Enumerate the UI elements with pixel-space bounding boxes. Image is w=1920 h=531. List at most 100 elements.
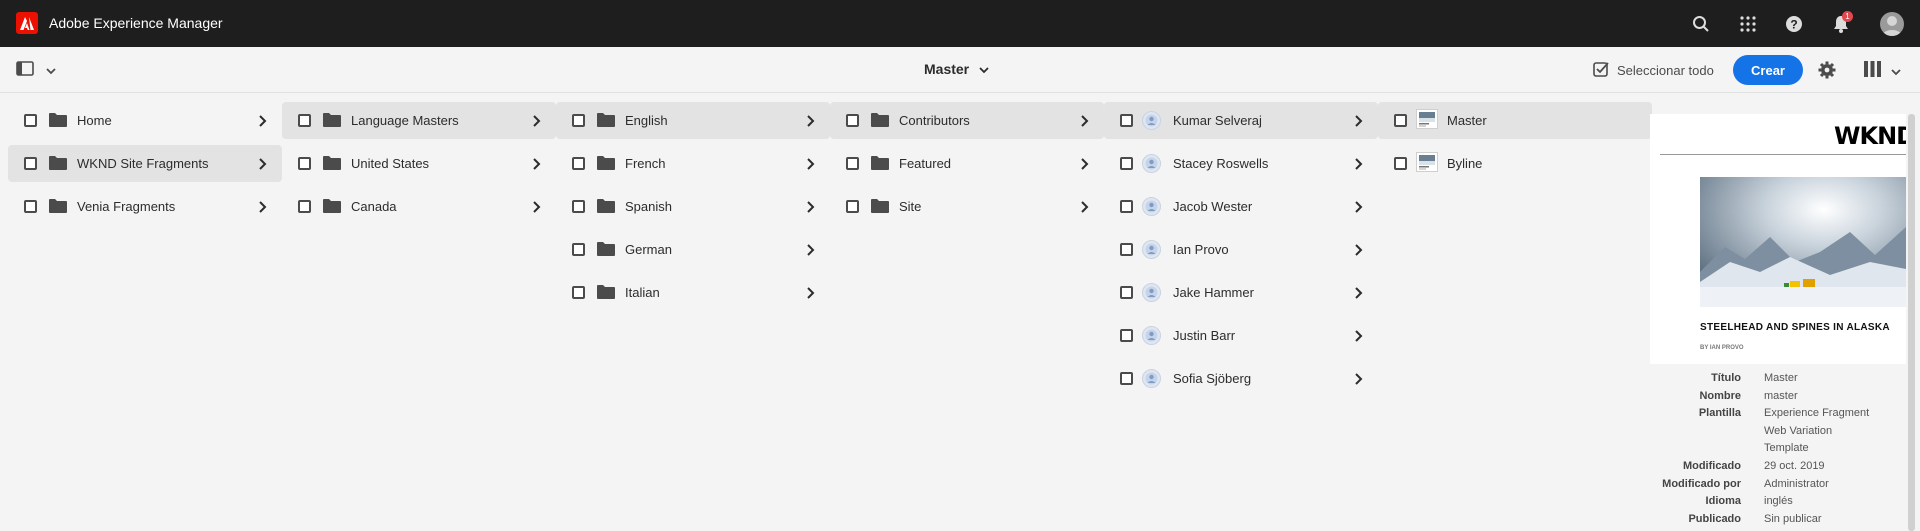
chevron-right-icon[interactable] [1354,200,1364,214]
chevron-right-icon[interactable] [806,200,816,214]
column-item[interactable]: WKND Site Fragments [8,145,282,182]
column-item[interactable]: Jake Hammer [1104,274,1378,311]
notifications-bell-icon[interactable]: 1 [1829,11,1853,36]
user-avatar[interactable] [1880,12,1904,36]
chevron-right-icon[interactable] [532,157,542,171]
item-checkbox[interactable] [298,157,311,170]
help-icon[interactable]: ? [1782,12,1806,36]
column-item[interactable]: Contributors [830,102,1104,139]
preview-scrollbar[interactable] [1908,114,1915,531]
item-checkbox[interactable] [572,200,585,213]
chevron-right-icon[interactable] [1354,286,1364,300]
column-item[interactable]: Canada [282,188,556,225]
search-icon[interactable] [1689,12,1713,36]
item-checkbox[interactable] [1394,114,1407,127]
property-value: Web Variation [1764,424,1833,437]
item-label: German [625,242,672,257]
item-checkbox[interactable] [1120,200,1133,213]
adobe-logo-icon[interactable] [16,12,38,34]
property-value: Experience Fragment [1764,407,1870,420]
folder-icon [323,199,341,213]
item-checkbox[interactable] [1120,114,1133,127]
column-item[interactable]: Stacey Roswells [1104,145,1378,182]
item-checkbox[interactable] [298,200,311,213]
column-item[interactable]: Byline [1378,145,1652,182]
column-item[interactable]: German [556,231,830,268]
property-row: Template [1650,442,1906,460]
chevron-right-icon[interactable] [1354,157,1364,171]
chevron-right-icon[interactable] [258,157,268,171]
item-checkbox[interactable] [1120,157,1133,170]
item-checkbox[interactable] [24,114,37,127]
item-checkbox[interactable] [572,157,585,170]
item-checkbox[interactable] [298,114,311,127]
item-checkbox[interactable] [572,286,585,299]
column-item[interactable]: Featured [830,145,1104,182]
select-all-button[interactable]: Seleccionar todo [1593,61,1714,80]
chevron-right-icon[interactable] [1080,157,1090,171]
chevron-right-icon[interactable] [258,114,268,128]
item-label: Canada [351,199,397,214]
column-item[interactable]: Kumar Selveraj [1104,102,1378,139]
folder-icon [871,156,889,170]
app-title[interactable]: Adobe Experience Manager [49,15,223,31]
column-item[interactable]: French [556,145,830,182]
preview-byline: BY IAN PROVO [1700,345,1744,351]
item-label: WKND Site Fragments [77,156,209,171]
folder-icon [871,199,889,213]
breadcrumb[interactable]: Master [924,61,989,77]
chevron-right-icon[interactable] [1080,114,1090,128]
column-item[interactable]: Home [8,102,282,139]
property-row: Modificado por Administrator [1650,478,1906,496]
item-checkbox[interactable] [24,157,37,170]
item-checkbox[interactable] [1394,157,1407,170]
item-checkbox[interactable] [1120,243,1133,256]
item-checkbox[interactable] [1120,329,1133,342]
column-item[interactable]: Venia Fragments [8,188,282,225]
item-label: English [625,113,668,128]
solutions-grid-icon[interactable] [1736,12,1760,36]
chevron-right-icon[interactable] [1354,329,1364,343]
column-item[interactable]: Justin Barr [1104,317,1378,354]
column-item[interactable]: United States [282,145,556,182]
item-label: Jake Hammer [1173,285,1254,300]
item-checkbox[interactable] [572,243,585,256]
column-item[interactable]: Spanish [556,188,830,225]
item-checkbox[interactable] [846,200,859,213]
column-item[interactable]: Language Masters [282,102,556,139]
view-switcher[interactable] [1864,61,1901,82]
chevron-right-icon[interactable] [1354,114,1364,128]
chevron-right-icon[interactable] [806,286,816,300]
item-checkbox[interactable] [572,114,585,127]
item-checkbox[interactable] [1120,286,1133,299]
item-checkbox[interactable] [1120,372,1133,385]
chevron-down-icon [46,62,56,80]
column-item[interactable]: Site [830,188,1104,225]
chevron-right-icon[interactable] [258,200,268,214]
chevron-right-icon[interactable] [806,243,816,257]
column-item[interactable]: Italian [556,274,830,311]
chevron-right-icon[interactable] [806,114,816,128]
chevron-right-icon[interactable] [1354,372,1364,386]
column-item[interactable]: Sofia Sjöberg [1104,360,1378,397]
item-checkbox[interactable] [846,157,859,170]
column-item[interactable]: English [556,102,830,139]
folder-icon [49,113,67,127]
item-checkbox[interactable] [846,114,859,127]
item-label: Venia Fragments [77,199,176,214]
column-4: Contributors Featured Site [830,102,1104,231]
item-label: Justin Barr [1173,328,1236,343]
item-checkbox[interactable] [24,200,37,213]
column-item[interactable]: Jacob Wester [1104,188,1378,225]
create-button[interactable]: Crear [1733,55,1803,85]
chevron-right-icon[interactable] [1080,200,1090,214]
chevron-right-icon[interactable] [1354,243,1364,257]
chevron-right-icon[interactable] [532,200,542,214]
gear-icon[interactable] [1818,61,1836,84]
chevron-right-icon[interactable] [806,157,816,171]
rail-toggle-button[interactable] [16,61,56,81]
column-view: Home WKND Site Fragments Venia Fragments La… [0,94,1652,531]
chevron-right-icon[interactable] [532,114,542,128]
column-item[interactable]: Master [1378,102,1652,139]
column-item[interactable]: Ian Provo [1104,231,1378,268]
